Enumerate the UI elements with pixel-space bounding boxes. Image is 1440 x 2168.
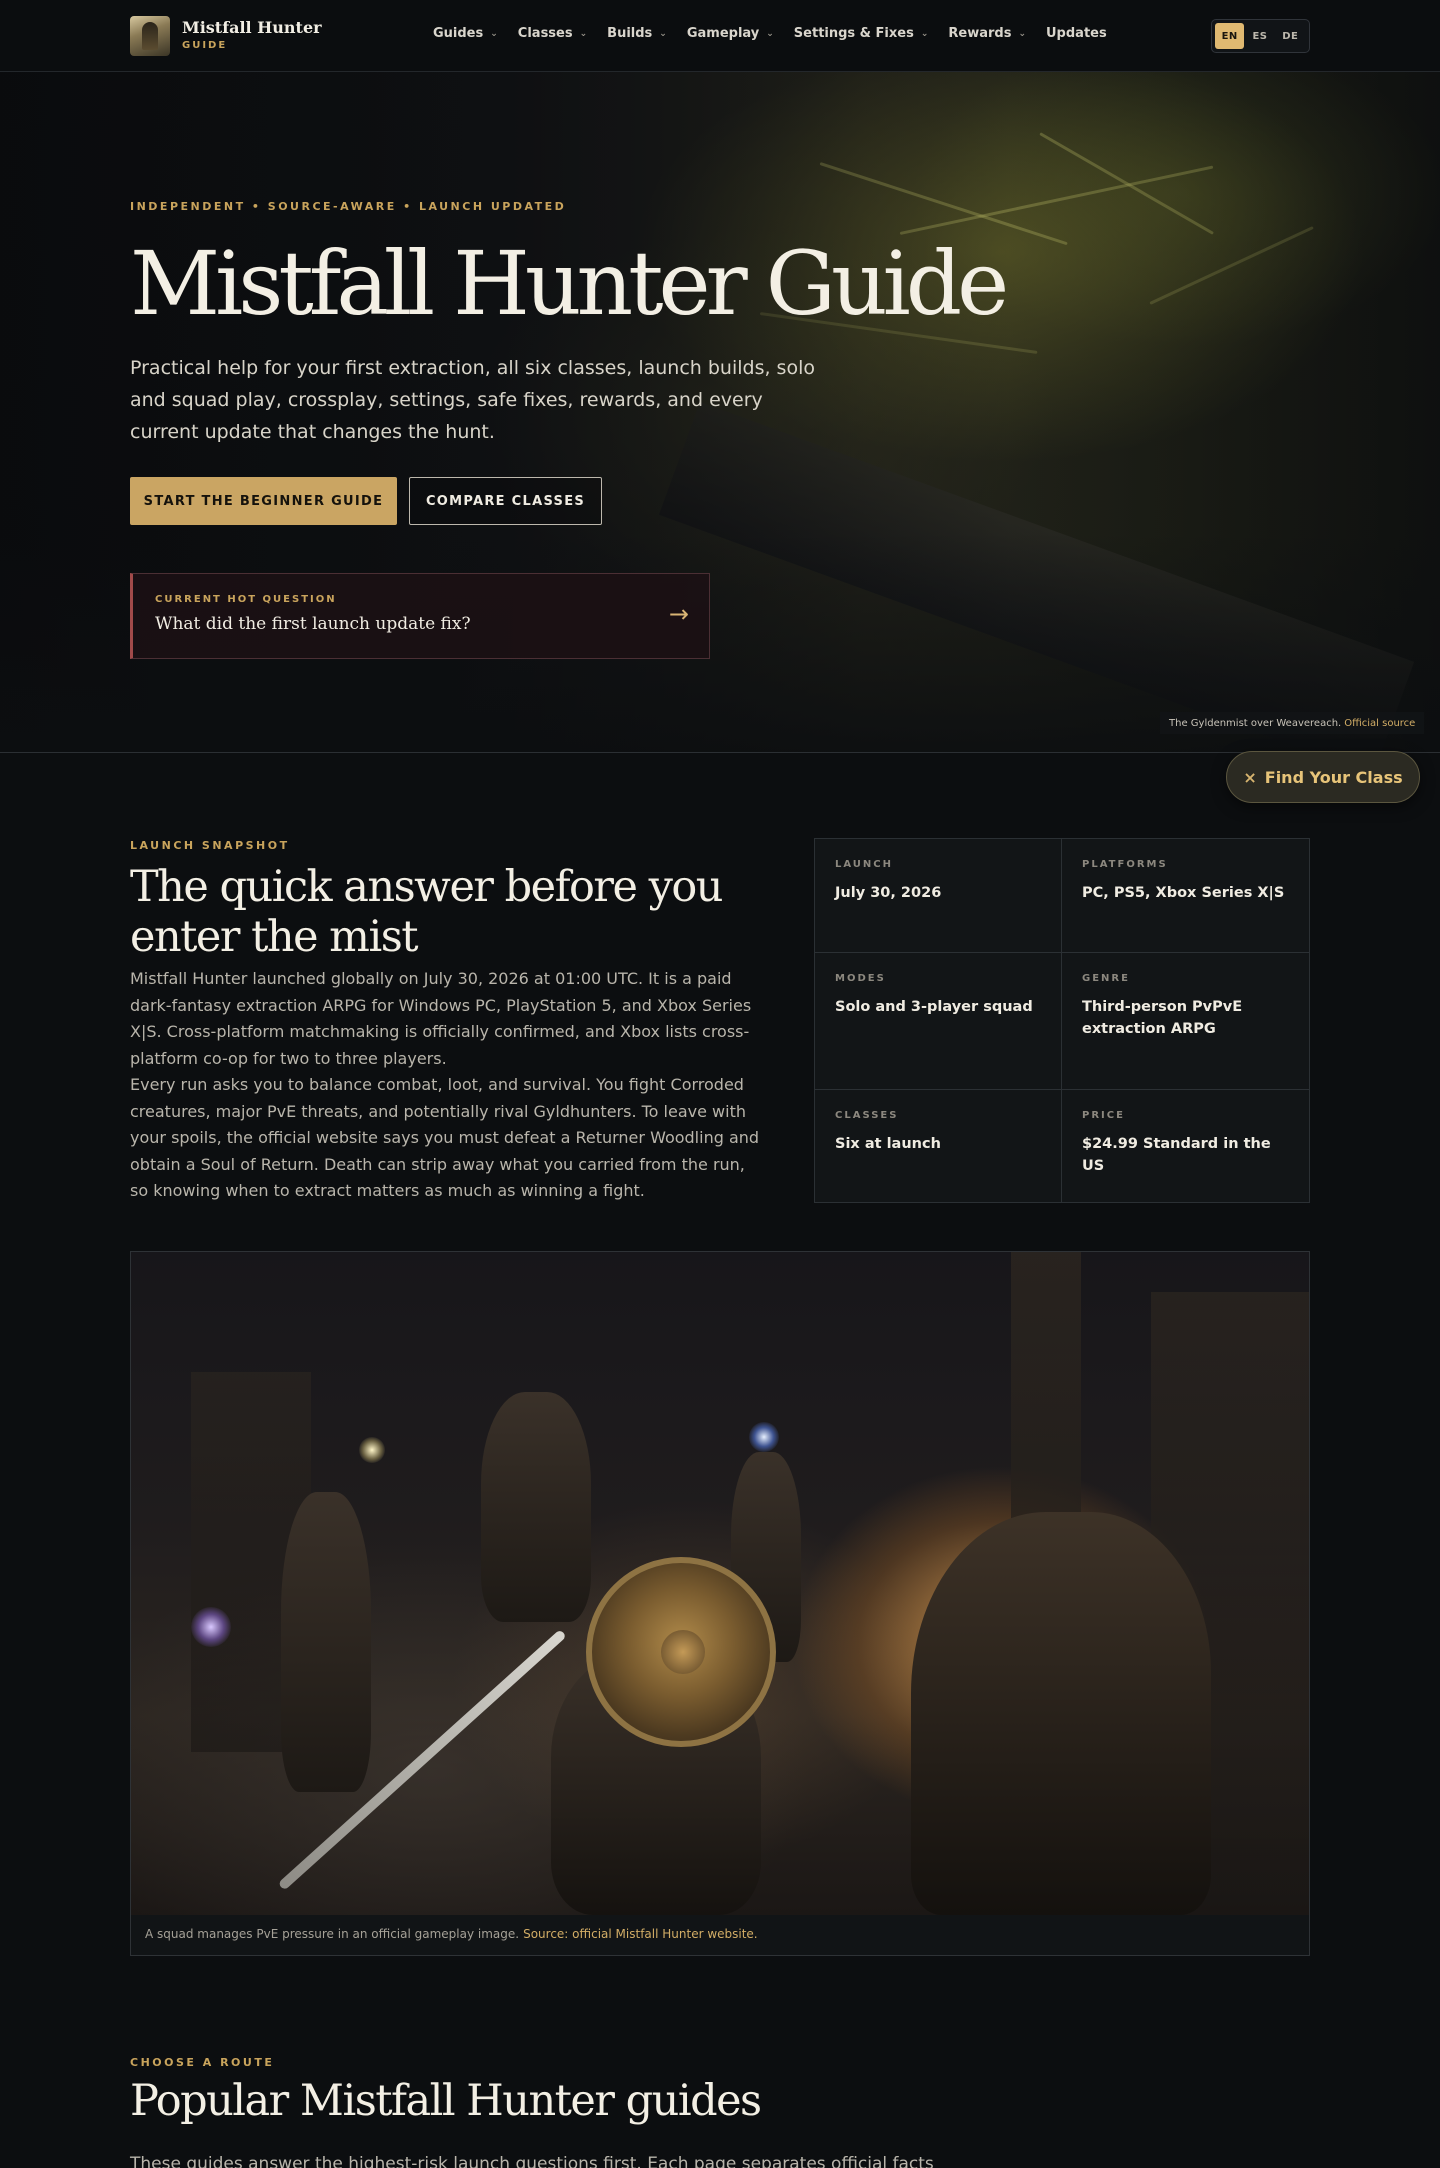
nav-guides[interactable]: Guides ⌄ [433, 26, 498, 41]
image-credit: The Gyldenmist over Weavereach. Official… [1160, 712, 1425, 734]
language-de-button[interactable]: DE [1276, 23, 1305, 49]
guides-intro: These guides answer the highest-risk lau… [130, 2154, 934, 2168]
snapshot-paragraph: Mistfall Hunter launched globally on Jul… [130, 969, 752, 1068]
snapshot-title: The quick answer before you enter the mi… [130, 862, 723, 962]
gameplay-figure: A squad manages PvE pressure in an offic… [130, 1251, 1310, 1956]
chevron-down-icon: ⌄ [659, 28, 667, 39]
language-es-button[interactable]: ES [1245, 23, 1274, 49]
hero-section: INDEPENDENT • SOURCE-AWARE • LAUNCH UPDA… [0, 72, 1440, 753]
nav-settings-fixes[interactable]: Settings & Fixes ⌄ [794, 26, 929, 41]
main-nav: Guides ⌄ Classes ⌄ Builds ⌄ Gameplay ⌄ Setti… [433, 26, 1127, 41]
hero-eyebrow: INDEPENDENT • SOURCE-AWARE • LAUNCH UPDA… [130, 200, 567, 213]
site-header: Mistfall Hunter GUIDE Guides ⌄ Classes ⌄ B… [0, 0, 1440, 72]
snapshot-body: Mistfall Hunter launched globally on Jul… [130, 966, 760, 1205]
arrow-right-icon: → [668, 600, 689, 628]
gameplay-image [131, 1252, 1309, 1915]
fact-platforms: PLATFORMS PC, PS5, Xbox Series X|S [1062, 839, 1309, 953]
hero-description: Practical help for your first extraction… [130, 357, 815, 443]
chevron-down-icon: ⌄ [766, 28, 774, 39]
brand-name: Mistfall Hunter [182, 18, 322, 37]
launch-facts-grid: LAUNCH July 30, 2026 PLATFORMS PC, PS5, … [814, 838, 1310, 1203]
chevron-down-icon: ⌄ [490, 28, 498, 39]
fact-modes: MODES Solo and 3-player squad [815, 953, 1062, 1090]
start-beginner-guide-button[interactable]: START THE BEGINNER GUIDE [130, 477, 397, 525]
chevron-down-icon: ⌄ [920, 28, 929, 39]
nav-classes[interactable]: Classes ⌄ [518, 26, 587, 41]
nav-gameplay[interactable]: Gameplay ⌄ [687, 26, 774, 41]
chevron-down-icon: ⌄ [1018, 28, 1026, 39]
close-icon: × [1243, 767, 1257, 787]
snapshot-eyebrow: LAUNCH SNAPSHOT [130, 839, 290, 852]
hot-question-text: What did the first launch update fix? [155, 614, 471, 634]
nav-rewards[interactable]: Rewards ⌄ [948, 26, 1026, 41]
nav-builds[interactable]: Builds ⌄ [607, 26, 667, 41]
language-en-button[interactable]: EN [1215, 23, 1245, 49]
hot-question-label: CURRENT HOT QUESTION [155, 594, 337, 605]
nav-updates[interactable]: Updates [1046, 26, 1107, 41]
snapshot-paragraph: Every run asks you to balance combat, lo… [130, 1075, 760, 1200]
fact-classes: CLASSES Six at launch [815, 1090, 1062, 1202]
language-switcher: EN ES DE [1211, 19, 1310, 53]
figure-source-link[interactable]: Source: official Mistfall Hunter website… [523, 1927, 758, 1941]
fact-price: PRICE $24.99 Standard in the US [1082, 1110, 1271, 1174]
guides-title: Popular Mistfall Hunter guides [130, 2076, 762, 2126]
brand-subtitle: GUIDE [182, 40, 228, 51]
fact-launch: LAUNCH July 30, 2026 [815, 839, 1062, 953]
compare-classes-button[interactable]: COMPARE CLASSES [409, 477, 602, 525]
brand-home-link[interactable]: Mistfall Hunter GUIDE [130, 16, 322, 56]
hot-question-card[interactable]: CURRENT HOT QUESTION What did the first … [130, 573, 710, 659]
find-your-class-button[interactable]: × Find Your Class [1226, 751, 1420, 803]
figure-caption: A squad manages PvE pressure in an offic… [145, 1927, 758, 1941]
fact-genre: GENRE Third-person PvPvE extraction ARPG [1062, 953, 1309, 1090]
official-source-link[interactable]: Official source [1344, 718, 1415, 729]
chevron-down-icon: ⌄ [579, 28, 588, 39]
page-title: Mistfall Hunter Guide [130, 232, 1009, 335]
brand-logo-icon [130, 16, 170, 56]
guides-eyebrow: CHOOSE A ROUTE [130, 2056, 275, 2069]
